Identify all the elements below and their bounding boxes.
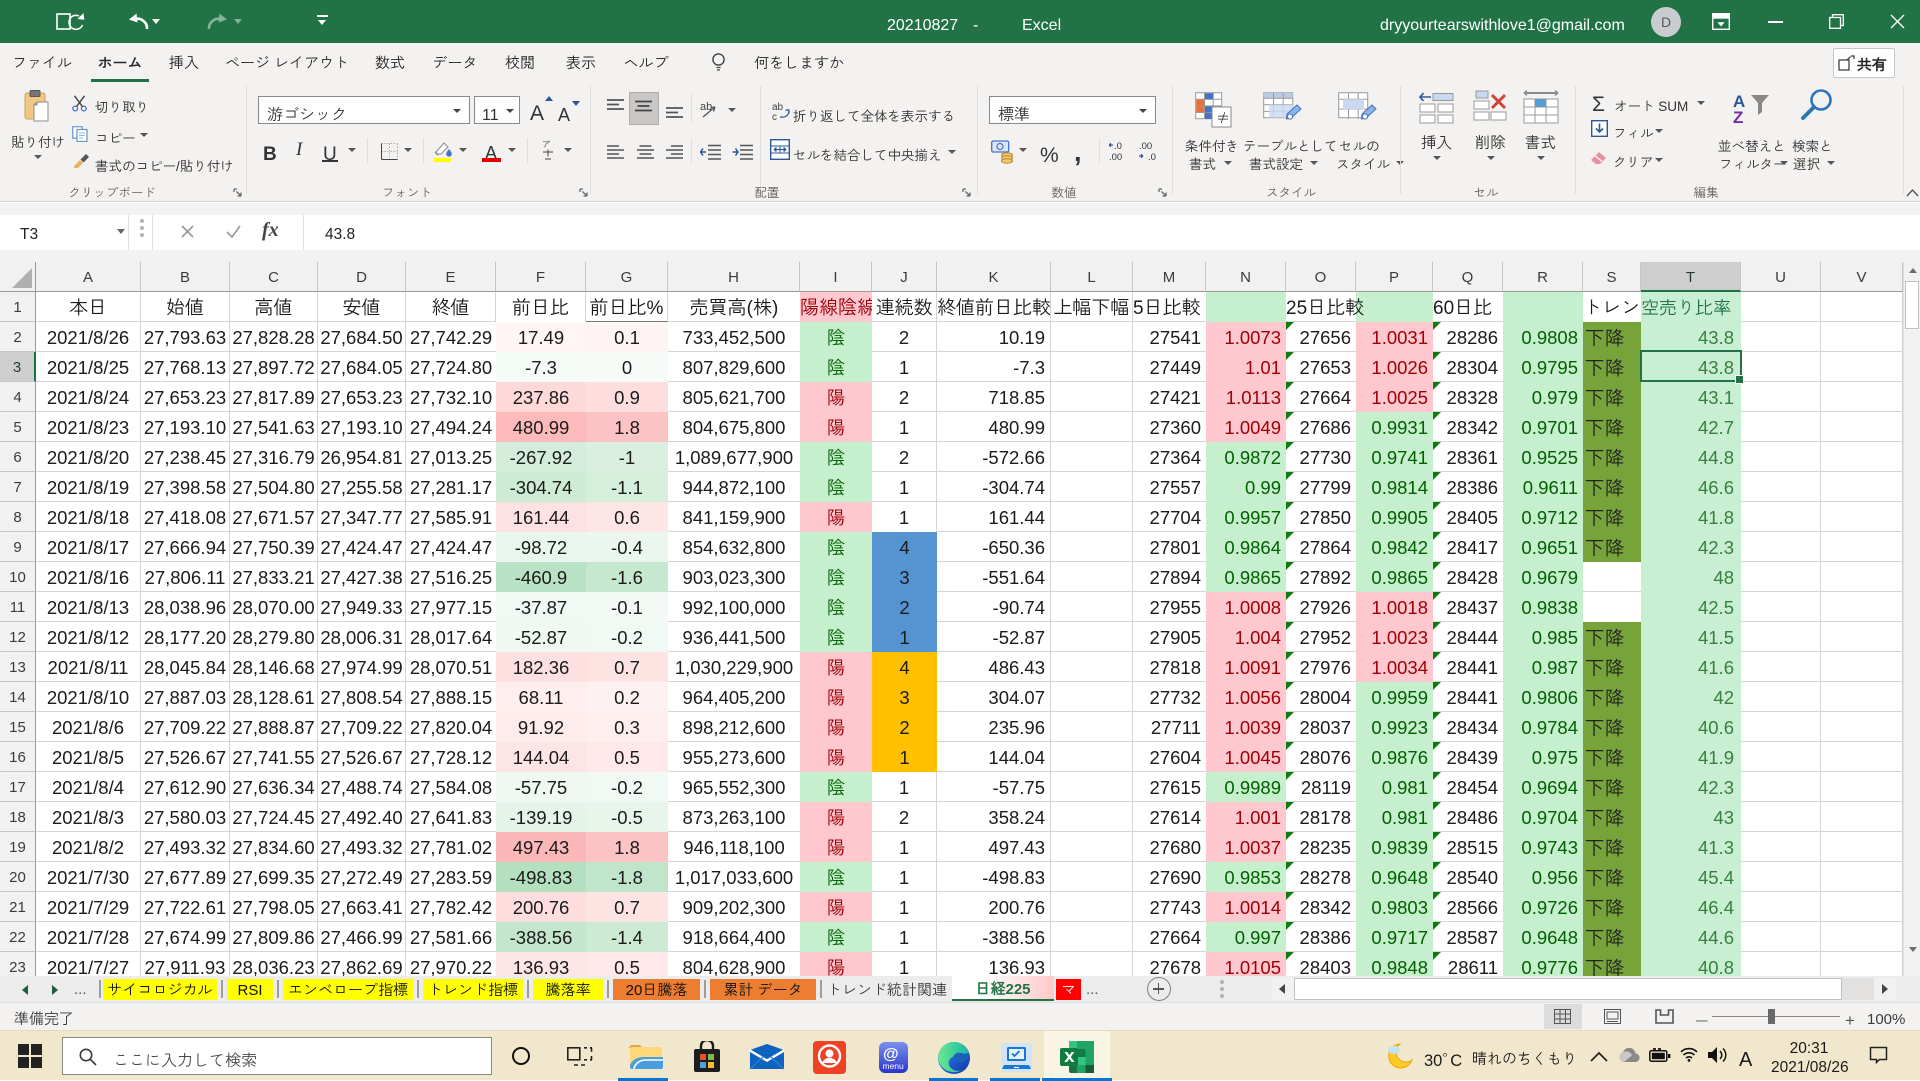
svg-text:ア: ア [542, 139, 551, 150]
svg-text:c: c [772, 108, 777, 121]
svg-text:≠: ≠ [1216, 107, 1230, 128]
svg-text:menu: menu [883, 1060, 905, 1072]
svg-text:.00: .00 [1109, 149, 1122, 162]
svg-text:ab: ab [700, 100, 712, 114]
svg-text:.0: .0 [1148, 149, 1156, 162]
